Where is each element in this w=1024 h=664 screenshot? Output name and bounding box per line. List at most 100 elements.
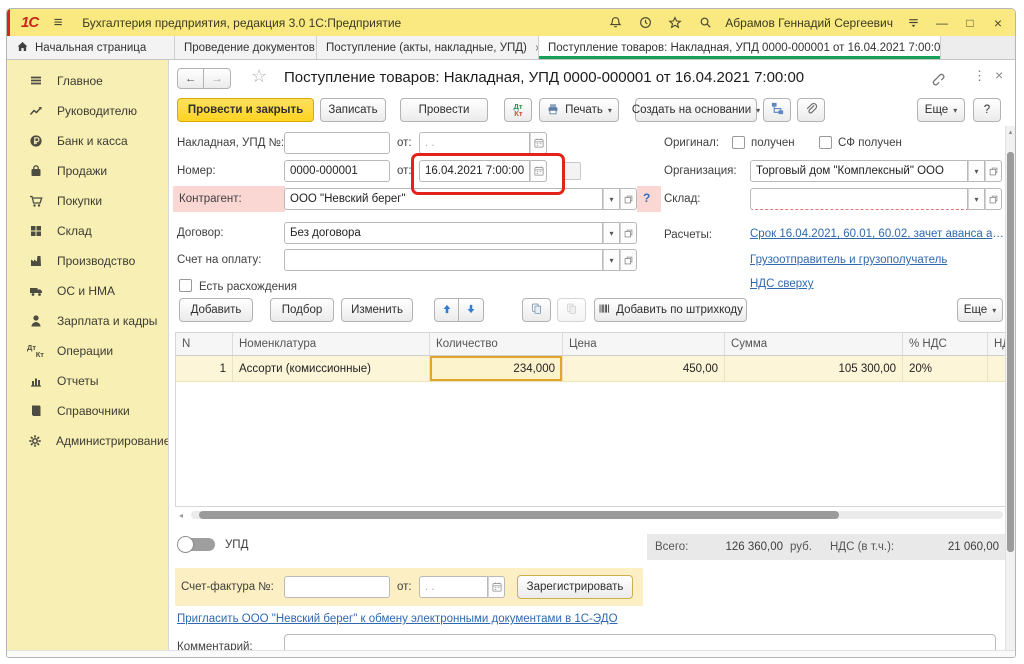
post-button[interactable]: Провести xyxy=(400,98,488,122)
calendar-icon[interactable] xyxy=(530,132,547,154)
comment-input[interactable] xyxy=(284,634,996,650)
open-icon[interactable] xyxy=(620,249,637,271)
vscroll-up-arrow-icon[interactable]: ▴ xyxy=(1006,128,1015,136)
sidebar-item-bank-cash[interactable]: Банк и касса xyxy=(7,126,168,156)
related-documents-button[interactable] xyxy=(763,98,791,122)
calendar-icon[interactable] xyxy=(488,576,505,598)
invoice-number-input[interactable] xyxy=(284,576,390,598)
vertical-scrollbar[interactable]: ▴ xyxy=(1005,126,1015,650)
nav-back-button[interactable]: ← xyxy=(177,68,204,89)
settings-menu-icon[interactable] xyxy=(903,13,923,33)
upd-toggle[interactable] xyxy=(177,536,215,553)
close-document-icon[interactable]: × xyxy=(995,67,1003,83)
payment-invoice-input[interactable] xyxy=(284,249,603,271)
counterparty-help-icon[interactable]: ? xyxy=(643,191,650,205)
column-header-nomenclature[interactable]: Номенклатура xyxy=(233,333,430,355)
sidebar-item-payroll[interactable]: Зарплата и кадры xyxy=(7,306,168,336)
dropdown-icon[interactable]: ▾ xyxy=(603,222,620,244)
edit-row-button[interactable]: Изменить xyxy=(341,298,413,322)
register-invoice-button[interactable]: Зарегистрировать xyxy=(517,575,633,599)
cell-vat-percent[interactable]: 20% xyxy=(903,356,988,381)
search-icon[interactable] xyxy=(695,13,715,33)
move-up-button[interactable] xyxy=(434,298,459,322)
sidebar-item-fixed-assets[interactable]: ОС и НМА xyxy=(7,276,168,306)
column-header-n[interactable]: N xyxy=(176,333,233,355)
horizontal-scrollbar-thumb[interactable] xyxy=(199,511,839,519)
dropdown-icon[interactable]: ▾ xyxy=(603,249,620,271)
cell-nomenclature[interactable]: Ассорти (комиссионные) xyxy=(233,356,430,381)
sidebar-item-administration[interactable]: Администрирование xyxy=(7,426,168,456)
add-row-button[interactable]: Добавить xyxy=(179,298,253,322)
dtkt-postings-button[interactable]: ДтКт xyxy=(504,98,532,122)
cell-vat[interactable] xyxy=(988,356,1006,381)
open-icon[interactable] xyxy=(985,160,1002,182)
discrepancy-checkbox[interactable] xyxy=(179,279,192,292)
tab-goods-receipt-document[interactable]: Поступление товаров: Накладная, УПД 0000… xyxy=(539,36,941,59)
attachments-button[interactable] xyxy=(797,98,825,122)
vertical-scrollbar-thumb[interactable] xyxy=(1007,152,1014,552)
horizontal-scrollbar[interactable] xyxy=(191,511,1003,519)
column-header-price[interactable]: Цена xyxy=(563,333,725,355)
edo-invite-link[interactable]: Пригласить ООО "Невский берег" к обмену … xyxy=(177,613,618,625)
contract-input[interactable]: Без договора xyxy=(284,222,603,244)
column-header-vat-percent[interactable]: % НДС xyxy=(903,333,988,355)
move-down-button[interactable] xyxy=(459,298,484,322)
paste-row-button[interactable] xyxy=(557,298,586,322)
sf-received-checkbox[interactable] xyxy=(819,136,832,149)
cell-row-number[interactable]: 1 xyxy=(176,356,233,381)
tab-document-posting[interactable]: Проведение документов × xyxy=(175,36,317,59)
sidebar-item-sales[interactable]: Продажи xyxy=(7,156,168,186)
save-button[interactable]: Записать xyxy=(320,98,386,122)
cell-price[interactable]: 450,00 xyxy=(563,356,725,381)
user-name[interactable]: Абрамов Геннадий Сергеевич xyxy=(725,16,893,30)
favorite-star-icon[interactable]: ☆ xyxy=(251,66,267,87)
tab-receipts-list[interactable]: Поступление (акты, накладные, УПД) × xyxy=(317,36,539,59)
table-more-button[interactable]: Еще▾ xyxy=(957,298,1003,322)
get-link-icon[interactable] xyxy=(929,70,945,91)
sidebar-item-warehouse[interactable]: Склад xyxy=(7,216,168,246)
invoice-upd-number-input[interactable] xyxy=(284,132,390,154)
post-and-close-button[interactable]: Провести и закрыть xyxy=(177,98,314,122)
shipper-consignee-link[interactable]: Грузоотправитель и грузополучатель xyxy=(750,254,947,266)
warehouse-input[interactable] xyxy=(750,188,968,210)
open-icon[interactable] xyxy=(620,222,637,244)
settlements-link[interactable]: Срок 16.04.2021, 60.01, 60.02, зачет ава… xyxy=(750,228,1006,240)
sidebar-item-main[interactable]: Главное xyxy=(7,66,168,96)
organization-input[interactable]: Торговый дом "Комплексный" ООО xyxy=(750,160,968,182)
help-button[interactable]: ? xyxy=(973,98,1001,122)
add-by-barcode-button[interactable]: Добавить по штрихкоду xyxy=(594,298,747,322)
create-based-on-button[interactable]: Создать на основании▾ xyxy=(635,98,757,122)
selected-cell[interactable]: 234,000 xyxy=(430,356,562,381)
vat-on-top-link[interactable]: НДС сверху xyxy=(750,278,814,290)
dropdown-icon[interactable]: ▾ xyxy=(968,188,985,210)
hscroll-left-arrow-icon[interactable]: ◂ xyxy=(179,511,183,520)
number-input[interactable]: 0000-000001 xyxy=(284,160,390,182)
minimize-button[interactable]: — xyxy=(933,16,951,30)
nav-forward-button[interactable]: → xyxy=(204,68,231,89)
open-icon[interactable] xyxy=(985,188,1002,210)
favorites-star-icon[interactable] xyxy=(665,13,685,33)
more-button[interactable]: Еще▾ xyxy=(917,98,965,122)
window-menu-dots-icon[interactable]: ⋮ xyxy=(973,68,986,84)
sidebar-item-directories[interactable]: Справочники xyxy=(7,396,168,426)
cell-quantity[interactable]: 234,000 xyxy=(430,356,563,381)
dropdown-icon[interactable]: ▾ xyxy=(603,188,620,210)
dropdown-icon[interactable]: ▾ xyxy=(968,160,985,182)
column-header-vat[interactable]: НД xyxy=(988,333,1006,355)
sidebar-item-production[interactable]: Производство xyxy=(7,246,168,276)
copy-row-button[interactable] xyxy=(522,298,551,322)
invoice-date-input[interactable]: . . xyxy=(419,132,530,154)
invoice-date-input2[interactable]: . . xyxy=(419,576,488,598)
tab-home[interactable]: Начальная страница xyxy=(7,36,175,59)
history-clock-icon[interactable] xyxy=(635,13,655,33)
close-window-button[interactable]: × xyxy=(989,15,1007,31)
column-header-sum[interactable]: Сумма xyxy=(725,333,903,355)
main-menu-burger-icon[interactable]: ≡ xyxy=(48,13,68,33)
open-icon[interactable] xyxy=(620,188,637,210)
sidebar-item-purchases[interactable]: Покупки xyxy=(7,186,168,216)
pick-button[interactable]: Подбор xyxy=(270,298,334,322)
column-header-quantity[interactable]: Количество xyxy=(430,333,563,355)
sidebar-item-reports[interactable]: Отчеты xyxy=(7,366,168,396)
notifications-bell-icon[interactable] xyxy=(605,13,625,33)
cell-sum[interactable]: 105 300,00 xyxy=(725,356,903,381)
